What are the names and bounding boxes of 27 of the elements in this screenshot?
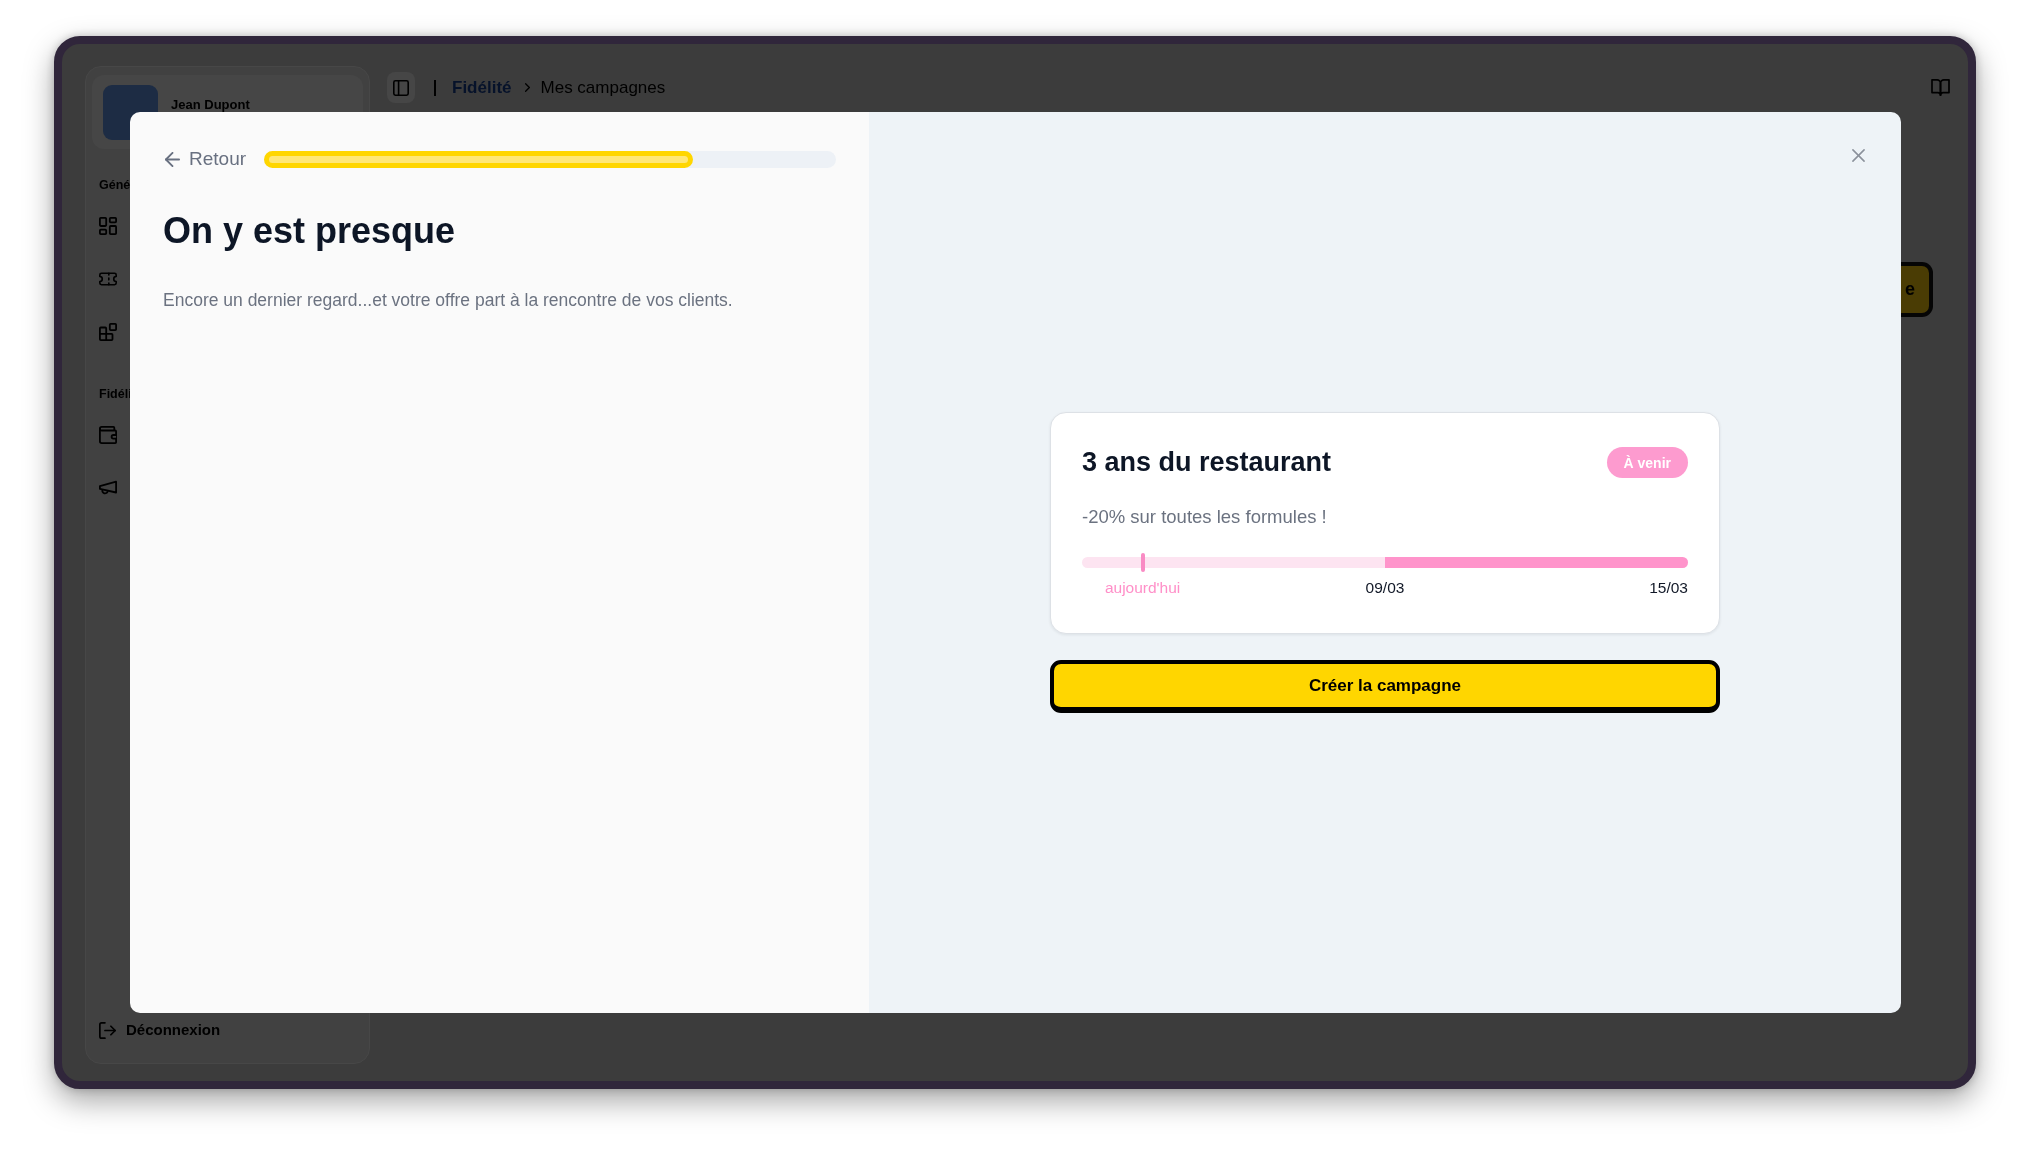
user-name: Jean Dupont — [171, 98, 250, 111]
back-link[interactable]: Retour — [163, 147, 247, 171]
book-icon[interactable] — [1931, 79, 1950, 96]
wallet-icon[interactable] — [99, 425, 117, 444]
blocks-icon[interactable] — [99, 322, 117, 341]
megaphone-icon[interactable] — [99, 478, 117, 497]
create-campaign-button[interactable]: Créer la campagne — [1050, 660, 1720, 713]
logout-icon — [99, 1021, 116, 1039]
start-date-label: 09/03 — [1365, 578, 1405, 598]
arrow-left-icon — [165, 151, 180, 167]
ticket-icon[interactable] — [99, 269, 117, 288]
page-action-button[interactable]: e — [1901, 262, 1933, 317]
panel-icon — [393, 79, 409, 96]
chevron-right-icon — [524, 83, 530, 92]
end-date-label: 15/03 — [1649, 578, 1688, 598]
close-icon[interactable] — [1852, 149, 1865, 162]
sidebar-toggle-button[interactable] — [387, 72, 415, 103]
status-badge: À venir — [1606, 447, 1688, 478]
logout-button[interactable]: Déconnexion — [99, 1021, 221, 1039]
campaign-description: -20% sur toutes les formules ! — [1082, 506, 1328, 528]
section-label: Géné — [99, 178, 131, 193]
campaign-title: 3 ans du restaurant — [1082, 447, 1332, 478]
today-label: aujourd'hui — [1104, 578, 1181, 598]
breadcrumb-current: Mes campagnes — [540, 77, 666, 98]
dialog-title: On y est presque — [163, 209, 457, 252]
dialog-subtitle: Encore un dernier regard...et votre offre part à la rencontre de vos clients. — [163, 289, 734, 311]
grid-icon[interactable] — [99, 216, 117, 235]
